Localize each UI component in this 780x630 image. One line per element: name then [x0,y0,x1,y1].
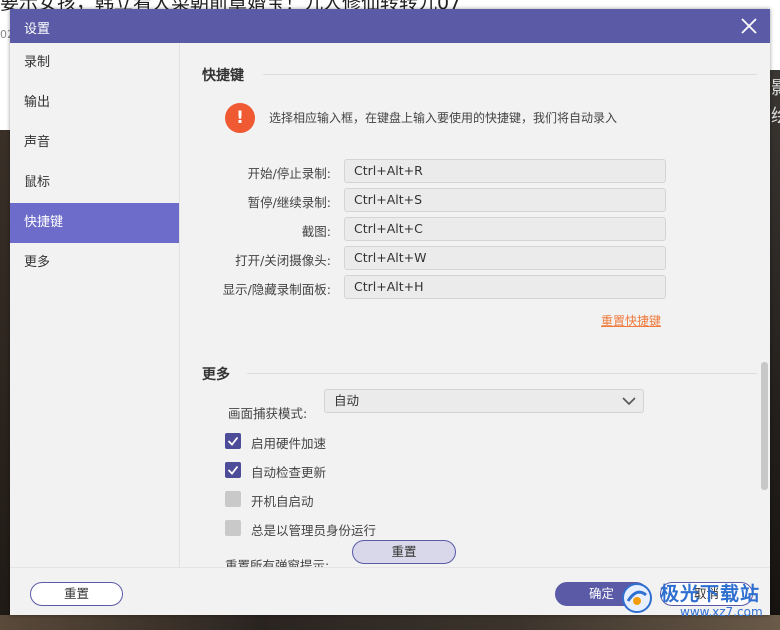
capture-mode-select[interactable]: 自动 [324,389,644,413]
checkbox-label: 开机自启动 [251,494,314,509]
hotkey-pause-resume-input[interactable]: Ctrl+Alt+S [344,188,666,212]
settings-sidebar: 录制 输出 声音 鼠标 快捷键 更多 [10,43,180,567]
reset-button[interactable]: 重置 [30,582,123,606]
background-photo-right [770,70,780,630]
checkmark-icon [227,465,239,475]
hotkeys-info-text: 选择相应输入框，在键盘上输入要使用的快捷键，我们将自动录入 [269,111,618,125]
hotkey-label: 开始/停止录制: [247,166,331,181]
hotkeys-section-title: 快捷键 [202,68,244,84]
settings-dialog: 设置 录制 输出 声音 鼠标 快捷键 更多 快捷键 ! 选择相应输入框，在键盘上… [10,9,770,615]
reset-popups-label: 重置所有弹窗提示: [225,558,330,567]
sidebar-item-more[interactable]: 更多 [10,243,179,283]
capture-mode-label: 画面捕获模式: [228,406,308,421]
more-section-title: 更多 [202,367,230,383]
hotkey-panel-input[interactable]: Ctrl+Alt+H [344,275,666,299]
dialog-titlebar[interactable]: 设置 [10,9,770,43]
section-divider [263,74,757,75]
run-as-admin-checkbox[interactable] [225,520,241,536]
watermark-url: www.xz7.com [680,605,763,619]
hardware-acceleration-checkbox[interactable] [225,433,241,449]
reset-popups-button[interactable]: 重置 [352,540,456,564]
reset-hotkeys-link[interactable]: 重置快捷键 [601,312,661,329]
section-divider [247,373,757,374]
checkbox-label: 总是以管理员身份运行 [251,523,377,538]
sidebar-item-mouse[interactable]: 鼠标 [10,163,179,203]
exclamation-icon: ! [225,103,255,133]
content-scrollbar[interactable] [761,362,768,490]
hotkey-label: 截图: [301,224,331,239]
checkbox-label: 启用硬件加速 [251,436,327,451]
close-button[interactable] [738,15,760,37]
hotkey-webcam-input[interactable]: Ctrl+Alt+W [344,246,666,270]
sidebar-item-audio[interactable]: 声音 [10,123,179,163]
sidebar-item-hotkeys[interactable]: 快捷键 [10,203,179,243]
capture-mode-value: 自动 [334,393,360,408]
background-side-text: 影绘 [771,75,780,131]
hotkey-label: 显示/隐藏录制面板: [222,282,331,297]
checkmark-icon [227,436,239,446]
site-watermark: 极光下载站 www.xz7.com [620,577,780,625]
sidebar-item-output[interactable]: 输出 [10,83,179,123]
chevron-down-icon [622,397,636,406]
watermark-logo-icon [622,583,652,613]
hotkey-screenshot-input[interactable]: Ctrl+Alt+C [344,217,666,241]
hotkey-label: 暂停/继续录制: [247,195,331,210]
settings-content: 快捷键 ! 选择相应输入框，在键盘上输入要使用的快捷键，我们将自动录入 开始/停… [181,43,770,567]
dialog-title: 设置 [24,22,51,37]
hotkey-start-stop-input[interactable]: Ctrl+Alt+R [344,159,666,183]
launch-at-startup-checkbox[interactable] [225,491,241,507]
hotkey-label: 打开/关闭摄像头: [235,253,331,268]
background-photo-left [0,130,10,630]
watermark-brand: 极光下载站 [660,583,761,605]
checkbox-label: 自动检查更新 [251,465,327,480]
sidebar-item-record[interactable]: 录制 [10,43,179,83]
close-icon [741,18,757,34]
auto-update-checkbox[interactable] [225,462,241,478]
